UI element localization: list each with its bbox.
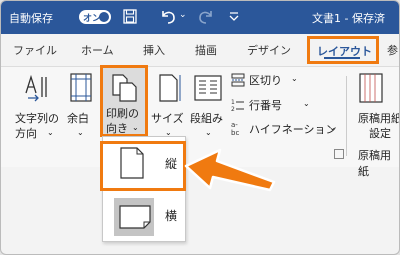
- breaks-label: 区切り: [249, 74, 282, 87]
- undo-icon[interactable]: [159, 8, 177, 25]
- chevron-down-icon: ⌄: [291, 74, 298, 83]
- chevron-down-icon: ⌄: [329, 123, 336, 132]
- tab-home[interactable]: ホーム: [81, 42, 114, 58]
- line-numbers-button[interactable]: 1 2 行番号 ⌄: [231, 96, 341, 114]
- hyphenation-icon: a- bc: [231, 121, 239, 137]
- window: 自動保存 オン ⌄ 文書1 - 保存済 ファイル ホーム 挿入 描画 デザイン …: [0, 0, 400, 255]
- svg-text:bc: bc: [231, 129, 239, 137]
- line-numbers-icon: 1 2: [231, 99, 244, 112]
- margins-label: 余白: [67, 112, 89, 125]
- hyphenation-button[interactable]: a- bc ハイフネーション ⌄: [231, 119, 343, 137]
- svg-text:1: 1: [231, 99, 235, 106]
- tab-insert[interactable]: 挿入: [143, 42, 165, 58]
- chevron-down-icon: ⌄: [132, 123, 139, 132]
- active-tab-indicator: [324, 57, 360, 59]
- size-icon: [159, 74, 181, 102]
- orientation-button[interactable]: 印刷の 向き ⌄: [100, 65, 148, 137]
- page-setup-launcher-icon[interactable]: [334, 149, 344, 159]
- breaks-button[interactable]: 区切り ⌄: [231, 71, 341, 89]
- breaks-icon: [231, 73, 245, 87]
- orientation-label-1: 印刷の: [106, 107, 139, 120]
- portrait-highlight: [100, 141, 186, 191]
- chevron-down-icon: ⌄: [47, 128, 54, 137]
- redo-icon[interactable]: [197, 8, 215, 25]
- title-bar: 自動保存 オン ⌄ 文書1 - 保存済: [1, 1, 399, 34]
- size-label: サイズ: [151, 112, 184, 125]
- text-direction-icon: [25, 74, 47, 102]
- margins-icon: [70, 73, 92, 102]
- tab-references[interactable]: 参: [387, 42, 398, 58]
- customize-toolbar-icon[interactable]: [227, 9, 241, 23]
- columns-label: 段組み: [190, 112, 223, 125]
- landscape-option[interactable]: 横: [103, 193, 185, 239]
- columns-button[interactable]: 段組み ⌄: [189, 69, 227, 141]
- group-separator: [346, 76, 347, 156]
- tab-layout[interactable]: レイアウト: [307, 36, 379, 64]
- toggle-knob: [99, 12, 109, 22]
- text-direction-button[interactable]: 文字列の 方向 ⌄: [9, 69, 65, 141]
- autosave-label: 自動保存: [9, 12, 53, 25]
- manuscript-icon: [359, 73, 383, 103]
- tab-draw[interactable]: 描画: [195, 42, 217, 58]
- orientation-label-2: 向き: [106, 122, 128, 135]
- manuscript-settings-button[interactable]: 原稿用紙 設定: [353, 69, 400, 140]
- manuscript-label-1: 原稿用紙: [358, 112, 400, 125]
- pointer-arrow-icon: [184, 148, 276, 192]
- landscape-label: 横: [165, 209, 178, 223]
- document-title: 文書1 - 保存済: [312, 12, 385, 25]
- manuscript-label-2: 設定: [369, 127, 391, 140]
- tab-design[interactable]: デザイン: [247, 42, 291, 58]
- line-numbers-label: 行番号: [249, 99, 282, 112]
- svg-text:a-: a-: [231, 121, 238, 129]
- chevron-down-icon: ⌄: [77, 128, 84, 137]
- chevron-down-icon: ⌄: [303, 99, 310, 108]
- size-button[interactable]: サイズ ⌄: [151, 69, 189, 141]
- undo-dropdown-chevron-icon[interactable]: ⌄: [179, 10, 187, 20]
- orientation-icon: [112, 74, 137, 102]
- svg-text:2: 2: [231, 106, 235, 112]
- text-direction-label-2: 方向: [15, 127, 37, 140]
- manuscript-group-label: 原稿用紙: [358, 149, 391, 178]
- chevron-down-icon: ⌄: [205, 128, 212, 137]
- autosave-toggle[interactable]: オン: [79, 10, 111, 24]
- text-direction-label-1: 文字列の: [15, 112, 59, 125]
- hyphenation-label: ハイフネーション: [249, 123, 337, 136]
- save-icon[interactable]: [123, 9, 137, 24]
- landscape-page-icon: [119, 205, 151, 229]
- columns-icon: [194, 75, 222, 101]
- tab-file[interactable]: ファイル: [13, 42, 57, 58]
- margins-button[interactable]: 余白 ⌄: [65, 69, 99, 141]
